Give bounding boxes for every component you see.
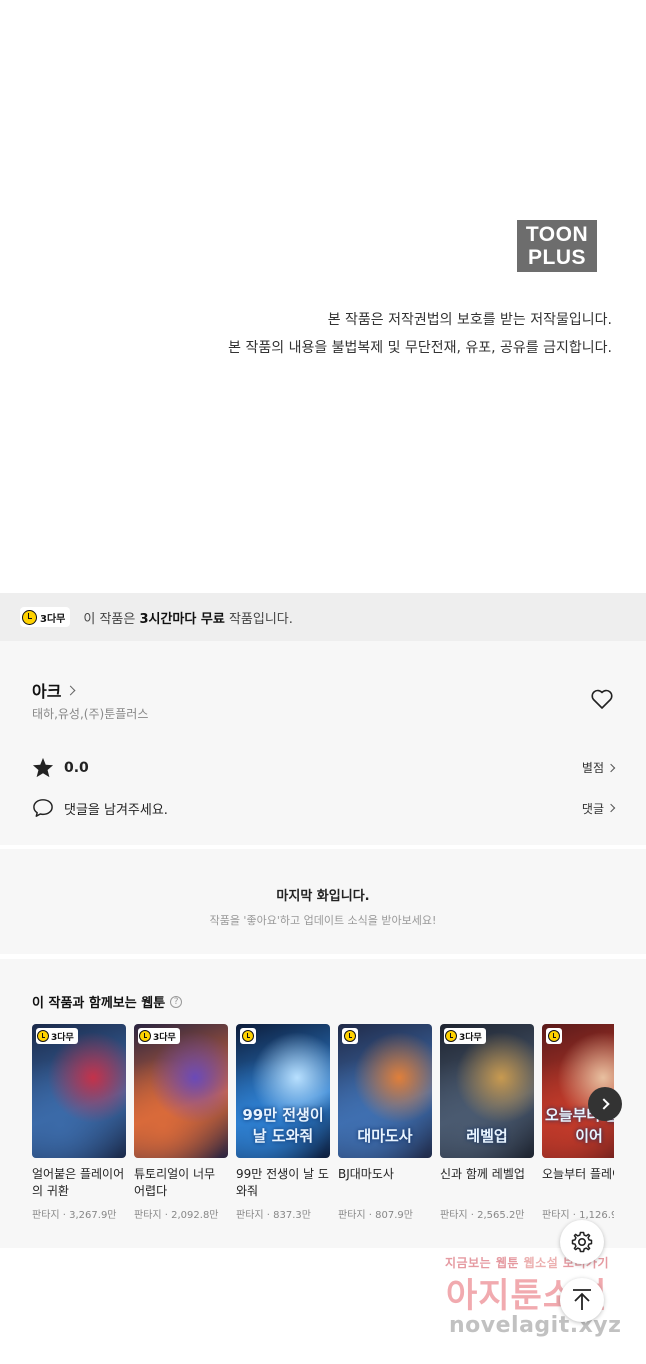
rate-link-label: 별점 [581,761,604,775]
cover-title-text: 대마도사 [357,1127,413,1145]
comment-prompt: 댓글을 남겨주세요. [64,802,168,818]
settings-button[interactable] [560,1220,604,1264]
card-title: 튜토리얼이 너무 어렵다 [134,1167,216,1198]
speech-bubble-icon [33,799,53,817]
heart-icon[interactable] [590,688,614,710]
recommendation-card[interactable]: 3다무얼어붙은 플레이어의 귀환판타지 · 3,267.9만 [32,1024,126,1221]
card-title: BJ대마도사 [338,1167,394,1181]
cover-title-text: 레벨업 [466,1127,508,1145]
badge-label: 3다무 [51,1032,74,1043]
3dm-badge: 3다무 [444,1028,486,1044]
help-icon[interactable]: ? [170,995,183,1008]
comment-link[interactable]: 댓글 [581,800,616,817]
recommendation-card[interactable]: 오늘부터 플레이어오늘부터 플레이어판타지 · 1,126.9만 [542,1024,614,1221]
logo-line2: PLUS [527,246,586,269]
3dm-badge: 3다무 [20,607,71,627]
chevron-right-icon [597,1098,610,1110]
recommendations-title-text: 이 작품과 함께보는 웹툰 [32,996,166,1011]
rate-link[interactable]: 별점 [581,759,616,776]
viewer-page: TOON PLUS 본 작품은 저작권법의 보호를 받는 저작물입니다. 본 작… [0,0,646,1364]
card-meta: 판타지 · 2,092.8만 [134,1210,219,1221]
logo-line1: TOON [525,223,589,246]
work-title: 아크 [32,682,62,701]
last-episode-notice: 마지막 화입니다. 작품을 '좋아요'하고 업데이트 소식을 받아보세요! [0,849,646,954]
clock-icon [548,1030,560,1042]
cover-art [134,1024,228,1158]
toonplus-logo: TOON PLUS [517,220,597,272]
star-icon [32,757,54,778]
cover-thumbnail: 대마도사 [338,1024,432,1158]
rating-value: 0.0 [64,759,89,776]
clock-badge [546,1028,562,1044]
card-meta: 판타지 · 837.3만 [236,1210,311,1221]
free-text-bold: 3시간마다 무료 [139,611,225,627]
cover-thumbnail: 3다무 [32,1024,126,1158]
copyright-notice-2: 본 작품의 내용을 불법복제 및 무단전재, 유포, 공유를 금지합니다. [228,340,612,356]
cover-thumbnail: 레벨업 3다무 [440,1024,534,1158]
clock-icon [445,1030,457,1042]
free-every-3h-banner: 3다무 이 작품은 3시간마다 무료 작품입니다. [0,593,646,641]
work-info-card: 아크 태하,유성,(주)툰플러스 0.0 별점 댓글을 남겨주세요. 댓글 [0,641,646,845]
last-episode-subtitle: 작품을 '좋아요'하고 업데이트 소식을 받아보세요! [209,914,437,927]
clock-icon [37,1030,49,1042]
cover-title-text: 99만 전생이 날 도와줘 [242,1106,324,1145]
recommendations-title: 이 작품과 함께보는 웹툰 ? [32,992,183,1011]
card-title: 오늘부터 플레이어 [542,1167,614,1181]
clock-icon [242,1030,254,1042]
clock-icon [139,1030,151,1042]
cover-thumbnail: 3다무 [134,1024,228,1158]
3dm-badge: 3다무 [138,1028,180,1044]
free-banner-text: 이 작품은 3시간마다 무료 작품입니다. [83,608,293,627]
clock-badge [342,1028,358,1044]
clock-icon [22,609,37,625]
rating-row: 0.0 별점 [32,757,616,778]
work-title-link[interactable]: 아크 [32,678,76,702]
arrow-up-icon [573,1289,591,1310]
recommendation-card[interactable]: 3다무튜토리얼이 너무 어렵다판타지 · 2,092.8만 [134,1024,228,1221]
chevron-right-icon [606,803,616,813]
free-text-prefix: 이 작품은 [83,611,140,627]
copyright-notice-1: 본 작품은 저작권법의 보호를 받는 저작물입니다. [327,312,612,328]
cover-thumbnail: 99만 전생이 날 도와줘 [236,1024,330,1158]
carousel-next-button[interactable] [588,1087,622,1121]
cover-art [32,1024,126,1158]
free-text-suffix: 작품입니다. [224,611,293,627]
recommendations-section: 이 작품과 함께보는 웹툰 ? 3다무얼어붙은 플레이어의 귀환판타지 · 3,… [0,959,646,1248]
card-meta: 판타지 · 1,126.9만 [542,1210,614,1221]
card-title: 99만 전생이 날 도와줘 [236,1167,329,1198]
recommendation-carousel: 3다무 얼어붙은 플레이어의 귀환 판타지 · 3,267.9만 3다무 튜토리얼이 너… [32,1024,614,1244]
comment-row[interactable]: 댓글을 남겨주세요. 댓글 [32,798,616,818]
card-meta: 판타지 · 807.9만 [338,1210,413,1221]
gear-icon [571,1231,593,1253]
work-authors: 태하,유성,(주)툰플러스 [32,707,149,721]
chevron-right-icon [66,685,76,695]
badge-label: 3다무 [459,1032,482,1043]
badge-label: 3다무 [153,1032,176,1043]
3dm-badge: 3다무 [36,1028,78,1044]
recommendation-card[interactable]: 99만 전생이 날 도와줘 99만 전생이 날 도와줘판타지 · 837.3만 [236,1024,330,1221]
recommendation-card[interactable]: 대마도사 BJ대마도사판타지 · 807.9만 [338,1024,432,1221]
chevron-right-icon [606,763,616,772]
clock-icon [344,1030,356,1042]
scroll-to-top-button[interactable] [560,1278,604,1322]
recommendation-card[interactable]: 레벨업 3다무신과 함께 레벨업판타지 · 2,565.2만 [440,1024,534,1221]
card-title: 얼어붙은 플레이어의 귀환 [32,1167,125,1198]
last-episode-title: 마지막 화입니다. [276,889,370,904]
comment-link-label: 댓글 [581,801,604,816]
clock-badge [240,1028,256,1044]
card-meta: 판타지 · 3,267.9만 [32,1210,117,1221]
card-meta: 판타지 · 2,565.2만 [440,1210,525,1221]
card-title: 신과 함께 레벨업 [440,1167,525,1181]
badge-label: 3다무 [40,613,66,625]
